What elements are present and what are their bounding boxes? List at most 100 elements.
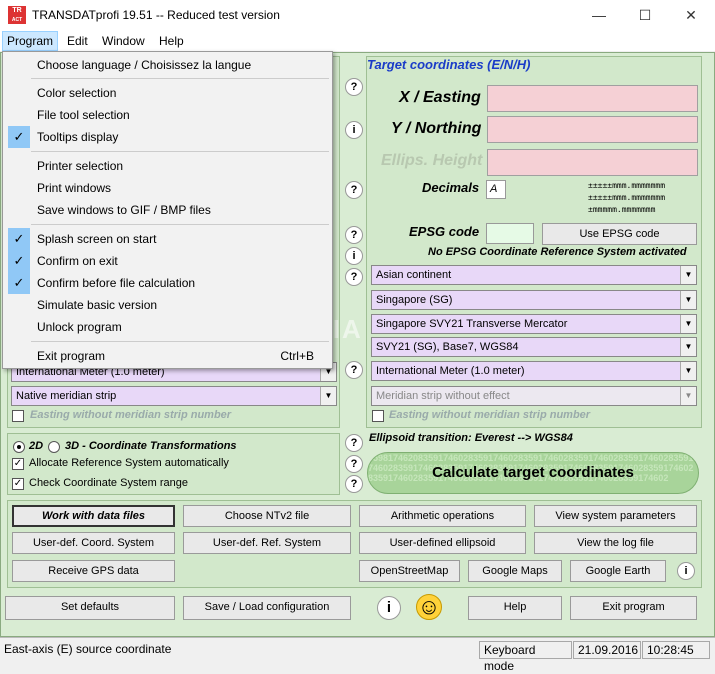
allocate-label: Allocate Reference System automatically xyxy=(29,457,229,469)
menu-item-label: Color selection xyxy=(37,86,117,100)
chevron-down-icon: ▼ xyxy=(680,338,696,356)
menu-item-confirm-calculation[interactable]: ✓ Confirm before file calculation xyxy=(5,272,330,294)
close-button[interactable]: ✕ xyxy=(668,0,714,31)
datum-select[interactable]: SVY21 (SG), Base7, WGS84 ▼ xyxy=(371,337,697,357)
save-load-config-button[interactable]: Save / Load configuration xyxy=(183,596,351,620)
program-menu-dropdown: Choose language / Choisissez la langue C… xyxy=(2,51,333,369)
country-value: Singapore (SG) xyxy=(376,294,453,306)
menu-item-label: Unlock program xyxy=(37,320,122,334)
user-def-coord-system-button[interactable]: User-def. Coord. System xyxy=(12,532,175,554)
source-easting-checkbox[interactable] xyxy=(12,410,24,422)
menu-item-splash-screen[interactable]: ✓ Splash screen on start xyxy=(5,228,330,250)
exit-program-button[interactable]: Exit program xyxy=(570,596,697,620)
target-easting-checkbox[interactable] xyxy=(372,410,384,422)
target-northing-field[interactable] xyxy=(487,116,698,143)
title-bar: TR ACT SOFT TRANSDATprofi 19.51 -- Reduce… xyxy=(0,0,715,33)
help-icon[interactable]: ? xyxy=(345,361,363,379)
menu-item-label: Save windows to GIF / BMP files xyxy=(37,203,211,217)
menu-item-label: Simulate basic version xyxy=(37,298,158,312)
menu-item-color-selection[interactable]: Color selection xyxy=(5,82,330,104)
target-height-field[interactable] xyxy=(487,149,698,176)
maximize-button[interactable]: ☐ xyxy=(622,0,668,31)
menu-item-unlock-program[interactable]: Unlock program xyxy=(5,316,330,338)
status-time: 10:28:45 xyxy=(642,641,710,659)
set-defaults-button[interactable]: Set defaults xyxy=(5,596,175,620)
menu-program[interactable]: Program xyxy=(2,31,59,51)
mode-3d-radio[interactable] xyxy=(48,441,60,453)
google-maps-button[interactable]: Google Maps xyxy=(468,560,562,582)
datum-value: SVY21 (SG), Base7, WGS84 xyxy=(376,341,519,353)
menu-item-file-tool-selection[interactable]: File tool selection xyxy=(5,104,330,126)
menu-item-printer-selection[interactable]: Printer selection xyxy=(5,155,330,177)
menu-separator xyxy=(31,224,329,225)
projection-select[interactable]: Singapore SVY21 Transverse Mercator ▼ xyxy=(371,314,697,334)
mode-2d-radio[interactable] xyxy=(13,441,25,453)
target-unit-select[interactable]: International Meter (1.0 meter) ▼ xyxy=(371,361,697,381)
decimals-label: Decimals xyxy=(422,180,480,195)
target-meridian-value: Meridian strip without effect xyxy=(376,390,510,402)
target-heading: Target coordinates (E/N/H) xyxy=(367,57,531,72)
menu-item-print-windows[interactable]: Print windows xyxy=(5,177,330,199)
menu-item-label: Print windows xyxy=(37,181,112,195)
menu-item-confirm-exit[interactable]: ✓ Confirm on exit xyxy=(5,250,330,272)
app-logo-icon: TR ACT SOFT xyxy=(8,6,26,33)
help-icon[interactable]: ? xyxy=(345,434,363,452)
help-icon[interactable]: ? xyxy=(345,181,363,199)
arithmetic-operations-button[interactable]: Arithmetic operations xyxy=(359,505,526,527)
menu-item-tooltips-display[interactable]: ✓ Tooltips display xyxy=(5,126,330,148)
info-icon[interactable]: i xyxy=(377,596,401,620)
info-icon[interactable]: i xyxy=(677,562,695,580)
receive-gps-data-button[interactable]: Receive GPS data xyxy=(12,560,175,582)
use-epsg-button[interactable]: Use EPSG code xyxy=(542,223,697,245)
menu-window[interactable]: Window xyxy=(98,31,149,51)
google-earth-button[interactable]: Google Earth xyxy=(570,560,666,582)
user-defined-ellipsoid-button[interactable]: User-defined ellipsoid xyxy=(359,532,526,554)
checkmark-icon: ✓ xyxy=(8,272,30,294)
help-icon[interactable]: ? xyxy=(345,455,363,473)
decimals-field[interactable]: A xyxy=(486,180,506,199)
status-date: 21.09.2016 xyxy=(573,641,641,659)
northing-label: Y / Northing xyxy=(391,120,482,137)
help-icon[interactable]: ? xyxy=(345,78,363,96)
height-label: Ellips. Height xyxy=(381,152,483,169)
check-range-checkbox[interactable]: ✓ xyxy=(12,478,24,490)
checkmark-icon: ✓ xyxy=(8,250,30,272)
continent-select[interactable]: Asian continent ▼ xyxy=(371,265,697,285)
user-def-ref-system-button[interactable]: User-def. Ref. System xyxy=(183,532,351,554)
chevron-down-icon: ▼ xyxy=(680,315,696,333)
help-button[interactable]: Help xyxy=(468,596,562,620)
info-icon[interactable]: i xyxy=(345,121,363,139)
help-icon[interactable]: ? xyxy=(345,226,363,244)
work-with-data-files-button[interactable]: Work with data files xyxy=(12,505,175,527)
calculate-target-button[interactable]: 3598174620835917460283591746028359174602… xyxy=(367,452,699,494)
menu-item-label: Choose language / Choisissez la langue xyxy=(37,58,252,72)
target-easting-field[interactable] xyxy=(487,85,698,112)
country-select[interactable]: Singapore (SG) ▼ xyxy=(371,290,697,310)
menu-edit[interactable]: Edit xyxy=(63,31,92,51)
source-meridian-select[interactable]: Native meridian strip ▼ xyxy=(11,386,337,406)
target-meridian-select[interactable]: Meridian strip without effect ▼ xyxy=(371,386,697,406)
smiley-icon[interactable]: ☺ xyxy=(416,594,442,620)
allocate-checkbox[interactable]: ✓ xyxy=(12,458,24,470)
view-log-file-button[interactable]: View the log file xyxy=(534,532,697,554)
view-system-parameters-button[interactable]: View system parameters xyxy=(534,505,697,527)
openstreetmap-button[interactable]: OpenStreetMap xyxy=(359,560,460,582)
menu-item-choose-language[interactable]: Choose language / Choisissez la langue xyxy=(5,54,330,76)
choose-ntv2-button[interactable]: Choose NTv2 file xyxy=(183,505,351,527)
status-bar: East-axis (E) source coordinate Keyboard… xyxy=(0,637,715,673)
menu-item-exit-program[interactable]: Exit program Ctrl+B xyxy=(5,345,330,367)
minimize-button[interactable]: — xyxy=(576,0,622,31)
menu-item-label: Printer selection xyxy=(37,159,124,173)
epsg-field[interactable] xyxy=(486,223,534,244)
menu-item-label: Splash screen on start xyxy=(37,232,157,246)
menu-item-simulate-basic[interactable]: Simulate basic version xyxy=(5,294,330,316)
info-icon[interactable]: i xyxy=(345,247,363,265)
menu-help[interactable]: Help xyxy=(155,31,188,51)
menu-item-save-windows[interactable]: Save windows to GIF / BMP files xyxy=(5,199,330,221)
menu-item-label: File tool selection xyxy=(37,108,130,122)
menu-item-label: Tooltips display xyxy=(37,130,119,144)
calculate-label: Calculate target coordinates xyxy=(432,464,634,481)
help-icon[interactable]: ? xyxy=(345,475,363,493)
target-unit-value: International Meter (1.0 meter) xyxy=(376,365,525,377)
help-icon[interactable]: ? xyxy=(345,268,363,286)
